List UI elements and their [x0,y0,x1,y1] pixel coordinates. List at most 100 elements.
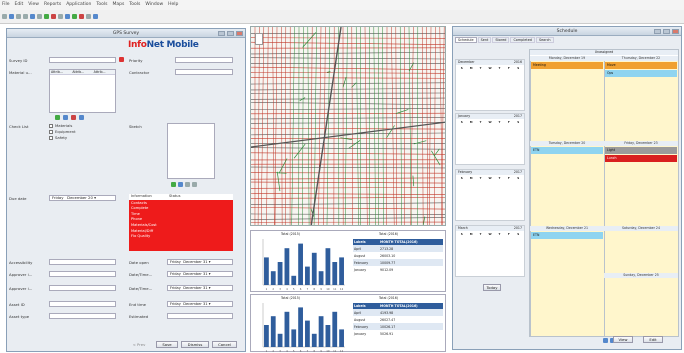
bar[interactable] [298,244,303,285]
asset-id-field[interactable] [49,301,116,307]
help-icon[interactable] [93,14,98,19]
stop-icon[interactable] [79,14,84,19]
accessibility-field[interactable] [49,259,116,265]
bar[interactable] [312,334,317,347]
tab-completed[interactable]: Completed [510,37,535,43]
refresh-icon[interactable] [72,14,77,19]
day-column[interactable] [530,231,604,336]
edit-row-icon[interactable] [63,115,68,120]
table-row[interactable]: April2713.28 [353,245,443,252]
new-icon[interactable] [2,14,7,19]
menu-window[interactable]: Window [145,2,163,7]
info-item[interactable]: Flo Quality [131,234,231,240]
table-row[interactable]: August26003.10 [353,252,443,259]
menu-help[interactable]: Help [168,2,178,7]
event-meeting[interactable]: Meeting [531,62,603,69]
bar[interactable] [291,329,296,347]
due-date-picker[interactable]: Friday December 20 ▾ [49,195,116,201]
sketch-edit-icon[interactable] [178,182,183,187]
paste-icon[interactable] [44,14,49,19]
event-lunch[interactable]: Lunch [605,155,677,162]
map-zoom-control[interactable] [255,33,263,45]
bar[interactable] [285,248,290,285]
menu-view[interactable]: View [28,2,39,7]
bar[interactable] [271,271,276,285]
schedule-minimize-button[interactable] [654,29,661,34]
bar[interactable] [305,267,310,285]
day-column[interactable] [604,231,678,273]
sketch-clear-icon[interactable] [192,182,197,187]
close-button[interactable] [236,31,243,36]
view-button[interactable]: View [613,336,633,343]
check-safety[interactable]: Safety [49,135,76,141]
survey-id-field[interactable] [49,57,116,63]
bar[interactable] [319,316,324,347]
save-button[interactable]: Save [156,341,178,348]
prev-week-icon[interactable] [603,338,608,343]
asset-type-select[interactable] [49,313,116,319]
datetime2-picker[interactable]: Friday December 31 ▾ [167,285,233,291]
tab-stored[interactable]: Stored [492,37,509,43]
remove-row-icon[interactable] [71,115,76,120]
event-light[interactable]: Light [605,147,677,154]
save-icon[interactable] [16,14,21,19]
dismiss-button[interactable]: Dismiss [181,341,209,348]
move-row-icon[interactable] [79,115,84,120]
day-column[interactable] [604,278,678,336]
prev-button[interactable]: < Prev [127,341,151,348]
tab-schedule[interactable]: Schedule [455,37,477,43]
edit-button[interactable]: Edit [643,336,663,343]
bar[interactable] [305,321,310,347]
bar[interactable] [326,325,331,347]
bar[interactable] [332,312,337,347]
sketch-canvas[interactable] [167,123,215,179]
table-row[interactable]: February10009.77 [353,259,443,266]
bar[interactable] [285,312,290,347]
undo-icon[interactable] [58,14,63,19]
open-icon[interactable] [9,14,14,19]
bar[interactable] [319,271,324,285]
table-row[interactable]: January9012.09 [353,266,443,273]
date-open-picker[interactable]: Friday December 31 ▾ [167,259,233,265]
mini-calendar[interactable]: December2016SMTWTFS [455,59,525,111]
minimize-button[interactable] [218,31,225,36]
end-time-picker[interactable]: Friday December 31 ▾ [167,301,233,307]
add-row-icon[interactable] [55,115,60,120]
mini-calendar[interactable]: February2017SMTWTFS [455,169,525,221]
menu-file[interactable]: File [0,2,10,7]
datetime1-picker[interactable]: Friday December 31 ▾ [167,271,233,277]
cancel-button[interactable]: Cancel [212,341,237,348]
bar[interactable] [271,316,276,347]
day-column[interactable] [530,61,604,141]
bar[interactable] [339,329,344,347]
bar[interactable] [264,257,269,285]
bar[interactable] [326,248,331,285]
event-etn-2[interactable]: ETN [531,232,603,239]
approver2-field[interactable] [49,285,116,291]
table-row[interactable]: August26027.47 [353,316,443,323]
menu-edit[interactable]: Edit [15,2,24,7]
bar[interactable] [264,325,269,347]
schedule-close-button[interactable] [672,29,679,34]
bar[interactable] [332,262,337,285]
bar[interactable] [278,334,283,347]
schedule-maximize-button[interactable] [663,29,670,34]
table-row[interactable]: January5026.91 [353,330,443,337]
today-button[interactable]: Today [483,284,501,291]
delete-icon[interactable] [51,14,56,19]
approver-select[interactable] [49,271,116,277]
event-ops[interactable]: Ops [605,70,677,77]
bar[interactable] [278,262,283,285]
contractor-select[interactable] [175,69,233,75]
estimated-field[interactable] [167,313,233,319]
day-column[interactable] [530,146,604,226]
cut-icon[interactable] [30,14,35,19]
mini-calendar[interactable]: January2017SMTWTFS [455,113,525,165]
map-view[interactable] [250,26,446,226]
redo-icon[interactable] [65,14,70,19]
tab-search[interactable]: Search [536,37,554,43]
material-table[interactable]: Attrib... Attrib... Attrib... [49,69,116,113]
priority-select[interactable] [175,57,233,63]
table-row[interactable]: February10026.17 [353,323,443,330]
sketch-add-icon[interactable] [171,182,176,187]
